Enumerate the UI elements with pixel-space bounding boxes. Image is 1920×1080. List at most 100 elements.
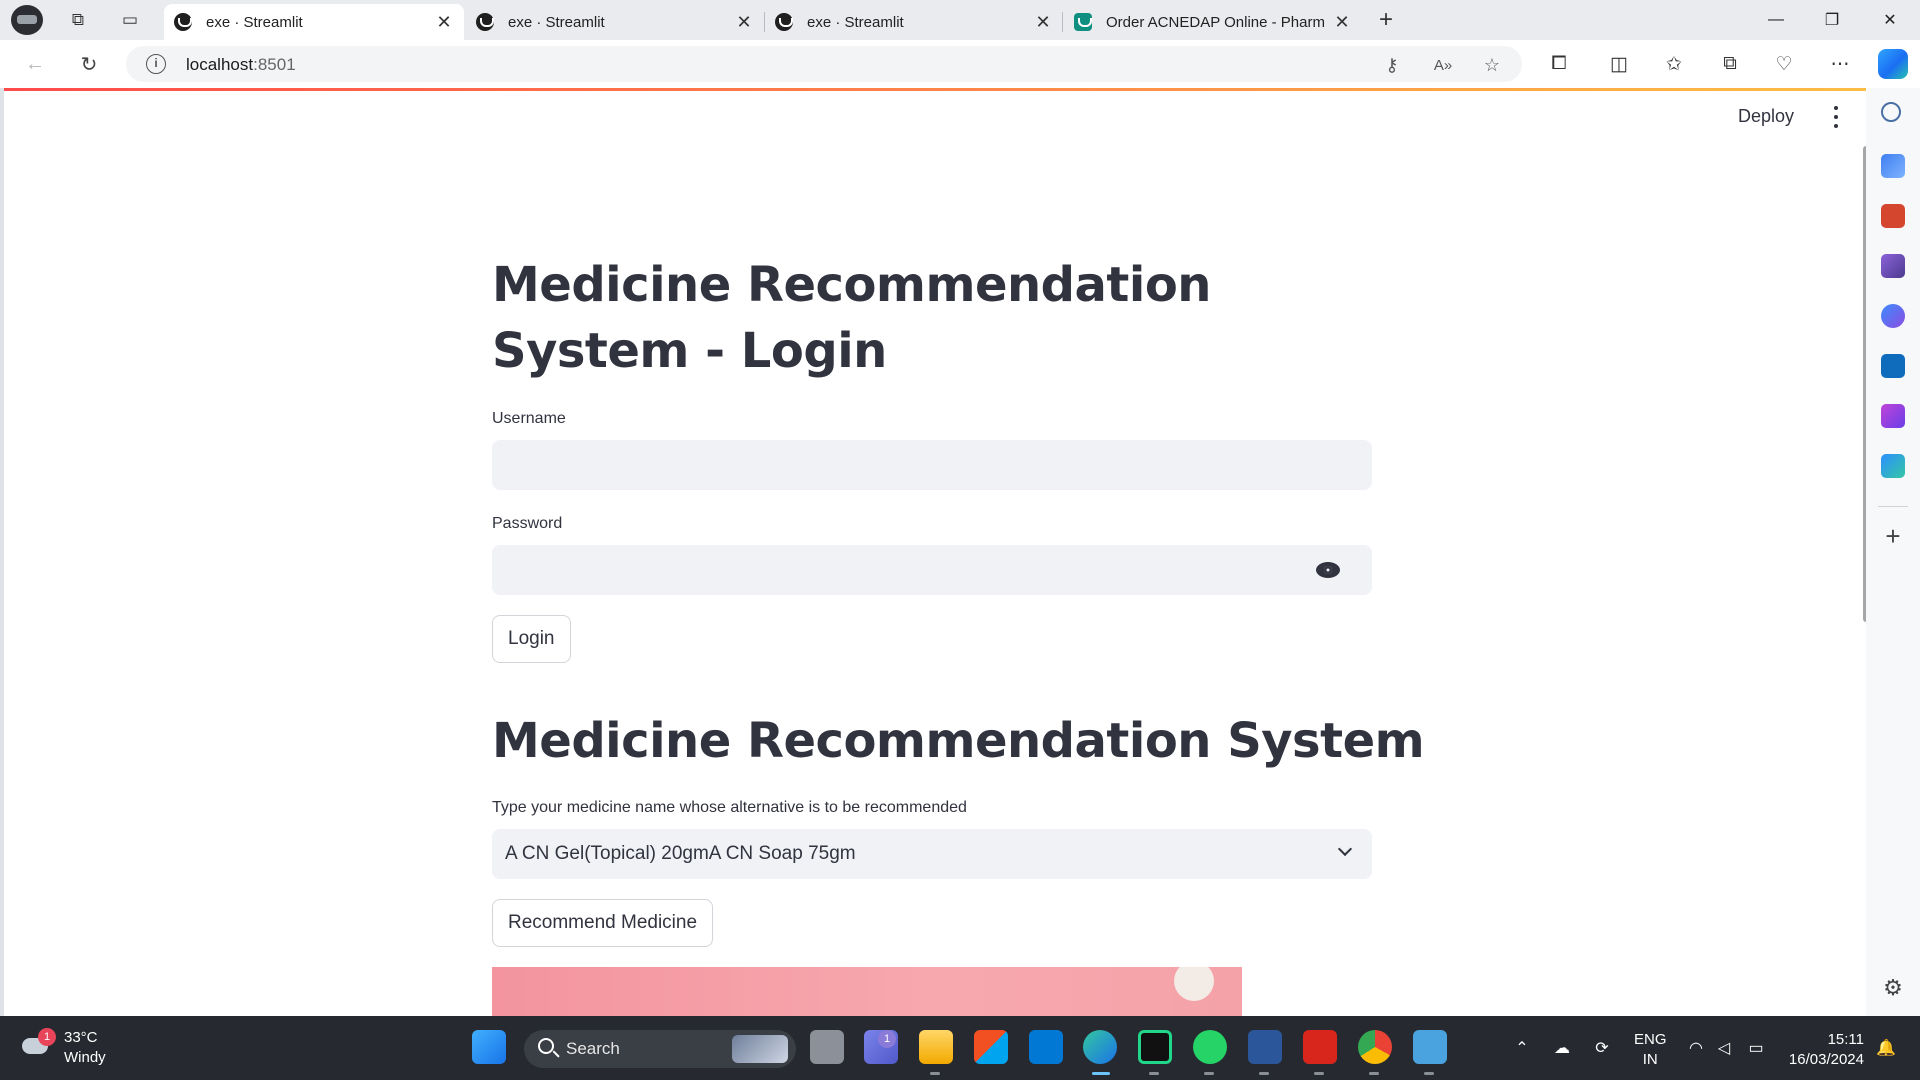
- close-window-icon[interactable]: ✕: [1862, 0, 1918, 40]
- clock-time: 15:11: [1827, 1031, 1864, 1048]
- medicine-select[interactable]: A CN Gel(Topical) 20gmA CN Soap 75gm: [492, 829, 1372, 879]
- password-label: Password: [492, 515, 563, 532]
- weather-badge: 1: [38, 1028, 56, 1046]
- file-explorer-icon[interactable]: [919, 1030, 953, 1064]
- key-icon[interactable]: ⚷: [1380, 53, 1404, 77]
- close-tab-icon[interactable]: ✕: [434, 12, 454, 33]
- word-icon[interactable]: [1248, 1030, 1282, 1064]
- browser-navigation-bar: ← ↻ i localhost:8501 ⚷ A» ☆ ⧠ ◫ ✩ ⧉ ♡ ⋯: [0, 40, 1920, 88]
- browser-essentials-icon[interactable]: ♡: [1770, 50, 1798, 78]
- minimize-icon[interactable]: —: [1748, 0, 1804, 40]
- username-field[interactable]: [492, 440, 1372, 490]
- deploy-button[interactable]: Deploy: [1738, 106, 1794, 127]
- onedrive-cloud-icon[interactable]: ☁: [1552, 1038, 1572, 1058]
- outlook-icon[interactable]: [1881, 354, 1905, 378]
- pycharm-icon[interactable]: [1138, 1030, 1172, 1064]
- url-text[interactable]: localhost:8501: [186, 55, 296, 75]
- sidebar-settings-gear-icon[interactable]: ⚙: [1881, 976, 1905, 1000]
- workspaces-icon[interactable]: ⧉: [64, 6, 92, 34]
- close-tab-icon[interactable]: ✕: [1332, 12, 1352, 33]
- chrome-icon[interactable]: [1358, 1030, 1392, 1064]
- volume-icon[interactable]: ◁: [1714, 1038, 1734, 1058]
- tab-order-acnedap[interactable]: Order ACNEDAP Online - Pharm ✕: [1064, 4, 1362, 40]
- collections-icon[interactable]: ⧉: [1716, 50, 1744, 78]
- address-bar[interactable]: i localhost:8501 ⚷ A» ☆: [126, 46, 1522, 82]
- notifications-bell-icon[interactable]: 🔔: [1876, 1038, 1896, 1058]
- extensions-icon[interactable]: ⧠: [1545, 50, 1573, 78]
- designer-icon[interactable]: [1881, 404, 1905, 428]
- restore-icon[interactable]: ❐: [1804, 0, 1860, 40]
- start-windows-icon[interactable]: [472, 1030, 506, 1064]
- sidebar-divider: [1878, 506, 1908, 507]
- show-hidden-icons-chevron-icon[interactable]: ⌃: [1512, 1038, 1532, 1058]
- profile-avatar[interactable]: [11, 5, 43, 35]
- streamlit-decoration-bar: [4, 88, 1866, 91]
- send-drop-icon[interactable]: [1881, 454, 1905, 478]
- refresh-icon[interactable]: ↻: [74, 50, 104, 78]
- search-icon: [538, 1038, 554, 1054]
- task-view-icon[interactable]: [810, 1030, 844, 1064]
- back-icon[interactable]: ←: [20, 50, 50, 78]
- more-options-icon[interactable]: ⋯: [1826, 50, 1854, 78]
- whatsapp-icon[interactable]: [1193, 1030, 1227, 1064]
- medicine-select-value: A CN Gel(Topical) 20gmA CN Soap 75gm: [505, 843, 856, 864]
- pharmacy-favicon-icon: [1074, 13, 1092, 31]
- new-tab-button[interactable]: +: [1372, 6, 1400, 34]
- teams-badge: 1: [878, 1030, 896, 1048]
- running-indicator: [1149, 1072, 1159, 1075]
- running-indicator: [930, 1072, 940, 1075]
- language-indicator[interactable]: ENG IN: [1634, 1030, 1667, 1070]
- vertical-tabs-icon[interactable]: ▭: [116, 6, 144, 34]
- password-input[interactable]: [492, 545, 1372, 595]
- site-info-icon[interactable]: i: [146, 54, 166, 74]
- weather-widget-icon[interactable]: 1: [22, 1028, 56, 1058]
- microsoft-store-icon[interactable]: [974, 1030, 1008, 1064]
- split-screen-icon[interactable]: ◫: [1605, 50, 1633, 78]
- close-tab-icon[interactable]: ✕: [1033, 12, 1053, 33]
- notepad-icon[interactable]: [1413, 1030, 1447, 1064]
- wifi-icon[interactable]: ◠: [1686, 1038, 1706, 1058]
- region-code: IN: [1642, 1051, 1658, 1068]
- search-icon[interactable]: [1881, 102, 1901, 122]
- edge-browser-icon[interactable]: [1083, 1030, 1117, 1064]
- system-clock[interactable]: 15:11 16/03/2024: [1780, 1030, 1864, 1070]
- running-indicator: [1369, 1072, 1379, 1075]
- password-field[interactable]: [492, 545, 1372, 595]
- main-menu-icon[interactable]: [1830, 104, 1842, 130]
- taskbar-search[interactable]: Search: [524, 1030, 796, 1068]
- taskbar-search-label: Search: [566, 1039, 620, 1058]
- tab-exe-streamlit-1[interactable]: exe · Streamlit ✕: [164, 4, 464, 40]
- battery-icon[interactable]: ▭: [1746, 1038, 1766, 1058]
- medicine-select-label: Type your medicine name whose alternativ…: [492, 799, 967, 816]
- tab-title: Order ACNEDAP Online - Pharm: [1106, 13, 1325, 31]
- read-aloud-icon[interactable]: A»: [1431, 53, 1455, 77]
- favorite-star-icon[interactable]: ☆: [1480, 53, 1504, 77]
- clock-date: 16/03/2024: [1788, 1051, 1864, 1068]
- tab-exe-streamlit-2[interactable]: exe · Streamlit ✕: [466, 4, 764, 40]
- copilot-icon[interactable]: [1878, 49, 1908, 79]
- close-tab-icon[interactable]: ✕: [734, 12, 754, 33]
- chevron-down-icon[interactable]: [1337, 841, 1353, 857]
- add-sidebar-app-icon[interactable]: +: [1881, 523, 1905, 549]
- recommend-medicine-button[interactable]: Recommend Medicine: [492, 899, 714, 947]
- tab-title: exe · Streamlit: [508, 13, 605, 31]
- tab-title: exe · Streamlit: [206, 13, 303, 31]
- weather-temp: 33°C: [64, 1029, 98, 1046]
- running-indicator: [1259, 1072, 1269, 1075]
- tab-divider: [1062, 12, 1063, 32]
- vs-code-icon[interactable]: [1029, 1030, 1063, 1064]
- username-input[interactable]: [492, 440, 1372, 490]
- show-password-eye-icon[interactable]: [1316, 562, 1340, 578]
- tab-exe-streamlit-3[interactable]: exe · Streamlit ✕: [765, 4, 1063, 40]
- weather-text[interactable]: 33°C Windy: [64, 1028, 106, 1068]
- favorites-icon[interactable]: ✩: [1660, 50, 1688, 78]
- microsoft-365-icon[interactable]: [1881, 304, 1905, 328]
- sync-icon[interactable]: ⟳: [1592, 1038, 1612, 1058]
- acrobat-icon[interactable]: [1303, 1030, 1337, 1064]
- login-button[interactable]: Login: [492, 615, 571, 663]
- games-chess-icon[interactable]: [1881, 254, 1905, 278]
- shopping-tag-icon[interactable]: [1881, 154, 1905, 178]
- running-indicator: [1424, 1072, 1434, 1075]
- tools-briefcase-icon[interactable]: [1881, 204, 1905, 228]
- running-indicator: [1204, 1072, 1214, 1075]
